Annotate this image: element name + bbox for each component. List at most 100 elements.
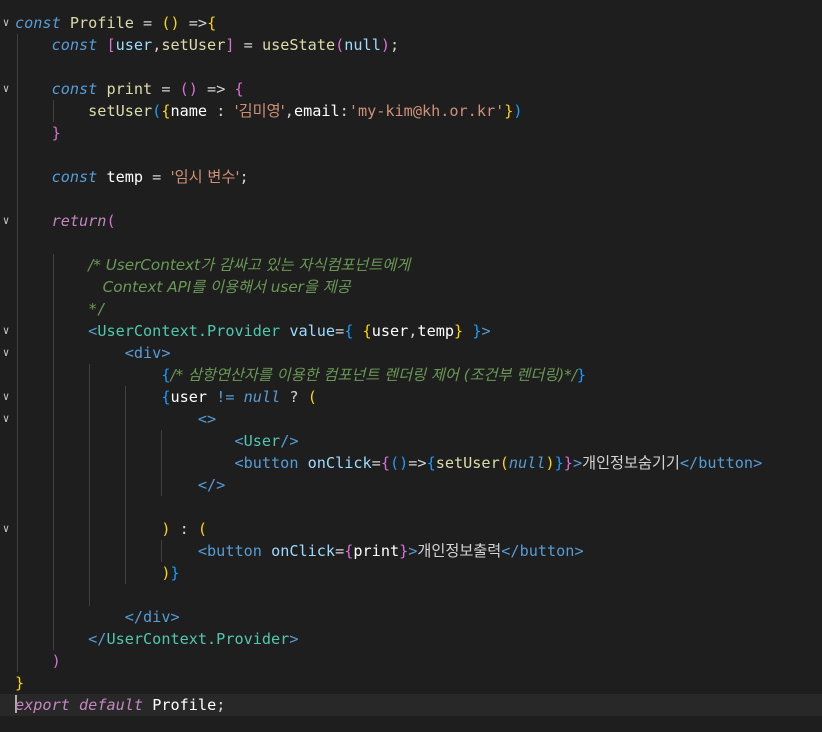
code-token: } bbox=[454, 322, 464, 340]
code-token: onClick bbox=[307, 454, 372, 472]
code-line[interactable]: /* UserContext가 감싸고 있는 자식컴포넌트에게 bbox=[15, 254, 410, 276]
code-line[interactable]: const temp = '임시 변수'; bbox=[15, 166, 249, 188]
code-token: ( bbox=[152, 102, 162, 120]
code-line[interactable]: )} bbox=[15, 562, 179, 584]
code-token: > bbox=[572, 454, 583, 472]
code-token: => bbox=[197, 80, 235, 98]
code-token: ; bbox=[239, 168, 249, 186]
code-token: setUser bbox=[161, 36, 226, 54]
code-token: print bbox=[106, 80, 153, 98]
code-line[interactable]: } bbox=[15, 672, 24, 694]
code-line[interactable]: </> bbox=[15, 474, 225, 496]
code-token: temp bbox=[417, 322, 454, 340]
code-line[interactable]: return( bbox=[15, 210, 116, 232]
code-token: Profile bbox=[69, 14, 134, 32]
fold-chevron-icon[interactable]: ∨ bbox=[0, 78, 12, 100]
code-token: '김미영' bbox=[234, 102, 285, 120]
code-token: < bbox=[88, 322, 98, 340]
code-line[interactable]: ) : ( bbox=[15, 518, 207, 540]
code-token: { bbox=[426, 454, 436, 472]
code-line[interactable]: <button onClick={print}>개인정보출력</button> bbox=[15, 540, 584, 562]
code-token: User bbox=[243, 432, 281, 450]
code-token: const bbox=[51, 168, 98, 186]
code-line[interactable]: const [user,setUser] = useState(null); bbox=[15, 34, 400, 56]
code-line[interactable]: {user != null ? ( bbox=[15, 386, 317, 408]
code-line[interactable]: <> bbox=[15, 408, 216, 430]
code-token: UserContext.Provider bbox=[97, 322, 281, 340]
code-token: <> bbox=[197, 410, 217, 428]
code-token: : bbox=[207, 102, 235, 120]
code-line[interactable]: const Profile = () =>{ bbox=[15, 12, 216, 34]
code-token: email bbox=[293, 102, 340, 120]
code-token: div bbox=[143, 608, 171, 626]
code-token: } bbox=[51, 124, 61, 142]
code-line[interactable]: export default Profile; bbox=[0, 694, 822, 716]
fold-chevron-icon[interactable]: ∨ bbox=[0, 320, 12, 342]
code-line[interactable]: ) bbox=[15, 650, 61, 672]
code-token: < bbox=[124, 344, 134, 362]
code-token: const bbox=[15, 14, 61, 32]
code-line[interactable]: <button onClick={()=>{setUser(null)}}>개인… bbox=[15, 452, 762, 474]
code-line[interactable]: const print = () => { bbox=[15, 78, 244, 100]
code-token: temp bbox=[106, 168, 144, 186]
code-line[interactable]: </div> bbox=[15, 606, 180, 628]
code-token: /* UserContext가 감싸고 있는 자식컴포넌트에게 bbox=[88, 256, 411, 274]
code-token: != bbox=[216, 388, 235, 406]
code-token: 개인정보출력 bbox=[417, 542, 502, 560]
code-token: null bbox=[243, 388, 281, 406]
code-token: null bbox=[508, 454, 546, 472]
fold-chevron-icon[interactable]: ∨ bbox=[0, 210, 12, 232]
code-line[interactable]: <User/> bbox=[15, 430, 298, 452]
code-token: user bbox=[115, 36, 153, 54]
code-editor[interactable]: ∨ const Profile = () =>{ const [user,setU… bbox=[0, 0, 822, 732]
code-token: > bbox=[161, 344, 171, 362]
code-token: </ bbox=[501, 542, 520, 560]
code-line[interactable]: */ bbox=[15, 298, 106, 320]
fold-chevron-icon[interactable]: ∨ bbox=[0, 408, 12, 430]
code-token: default bbox=[79, 696, 144, 714]
code-token: null bbox=[344, 36, 381, 54]
fold-chevron-icon[interactable]: ∨ bbox=[0, 342, 12, 364]
code-line[interactable]: </UserContext.Provider> bbox=[15, 628, 298, 650]
code-token: export bbox=[15, 696, 70, 714]
code-token: { bbox=[207, 14, 217, 32]
code-token: } bbox=[554, 454, 564, 472]
code-token: : bbox=[170, 520, 198, 538]
code-token: } bbox=[563, 454, 573, 472]
code-line[interactable]: Context API를 이용해서 user을 제공 bbox=[15, 276, 351, 298]
code-line[interactable]: <UserContext.Provider value={ {user,temp… bbox=[15, 320, 490, 342]
code-token: button bbox=[698, 454, 754, 472]
fold-chevron-icon[interactable]: ∨ bbox=[0, 12, 12, 34]
code-token: = bbox=[143, 168, 171, 186]
code-line[interactable]: <div> bbox=[15, 342, 171, 364]
code-token: user bbox=[371, 322, 409, 340]
code-token: Profile bbox=[152, 696, 217, 714]
code-line[interactable]: } bbox=[15, 122, 61, 144]
code-token: </> bbox=[197, 476, 226, 494]
fold-chevron-icon[interactable]: ∨ bbox=[0, 518, 12, 540]
code-token: button bbox=[207, 542, 262, 560]
fold-chevron-icon[interactable]: ∨ bbox=[0, 386, 12, 408]
code-line[interactable]: setUser({name : '김미영',email:'my-kim@kh.o… bbox=[15, 100, 522, 122]
code-token: = bbox=[371, 454, 381, 472]
code-line[interactable]: {/* 삼항연산자를 이용한 컴포넌트 렌더링 제어 (조건부 렌더링)*/} bbox=[15, 364, 586, 386]
